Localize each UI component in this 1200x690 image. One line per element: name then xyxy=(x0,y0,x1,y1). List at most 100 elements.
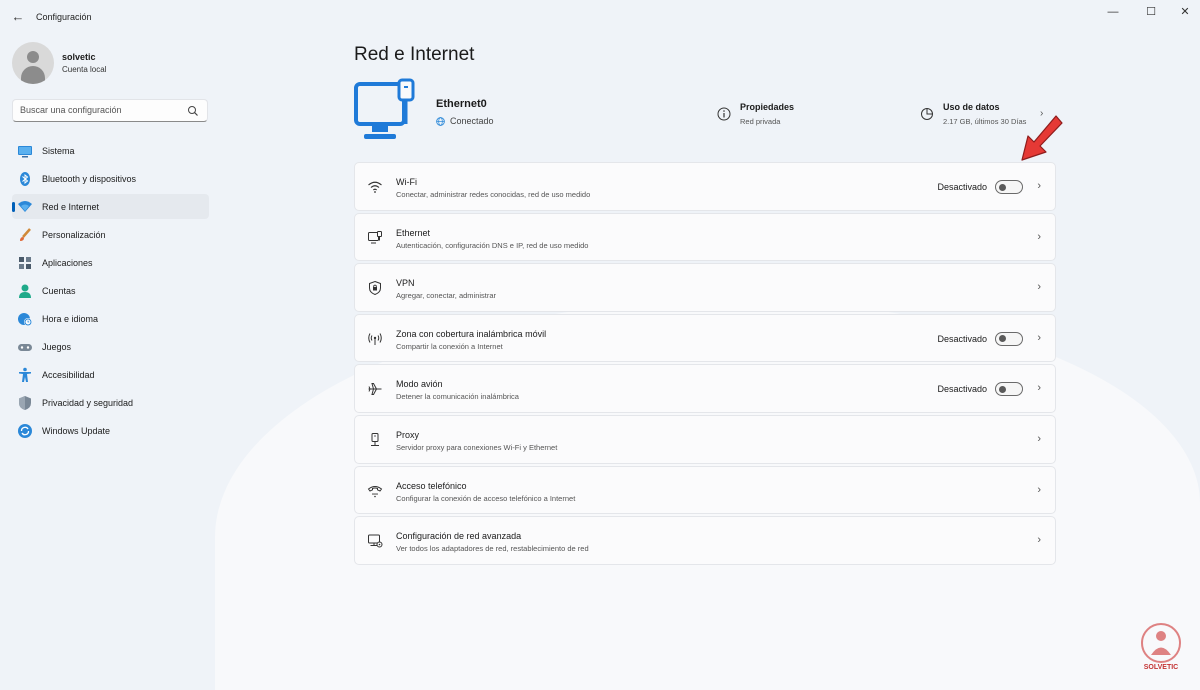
sidebar-item-personalizacion[interactable]: Personalización xyxy=(12,222,209,247)
globe-clock-icon xyxy=(18,313,32,326)
chevron-right-icon: › xyxy=(1037,331,1041,344)
gamepad-icon xyxy=(18,344,32,351)
page-title: Red e Internet xyxy=(354,44,475,65)
sidebar-nav: Sistema Bluetooth y dispositivos Red e I… xyxy=(12,138,209,446)
avatar-body xyxy=(21,66,45,84)
dialup-icon xyxy=(367,485,383,497)
sidebar-item-label: Aplicaciones xyxy=(42,258,93,268)
sidebar-item-label: Juegos xyxy=(42,342,72,352)
shield-icon xyxy=(19,396,31,410)
sidebar-item-label: Accesibilidad xyxy=(42,370,95,380)
sidebar-item-hora-e-idioma[interactable]: Hora e idioma xyxy=(12,306,209,331)
app-title: Configuración xyxy=(36,12,92,22)
sidebar-item-juegos[interactable]: Juegos xyxy=(12,334,209,359)
brush-icon xyxy=(20,228,31,241)
sidebar-item-label: Privacidad y seguridad xyxy=(42,398,134,408)
user-account-type: Cuenta local xyxy=(62,65,107,74)
card-title: Wi-Fi xyxy=(396,177,417,187)
vpn-shield-icon xyxy=(369,281,381,296)
card-ethernet[interactable]: Ethernet Autenticación, configuración DN… xyxy=(354,212,1056,262)
title-bar: ← Configuración — ☐ ✕ xyxy=(0,0,1200,34)
sidebar-item-label: Hora e idioma xyxy=(42,314,99,324)
card-proxy[interactable]: Proxy Servidor proxy para conexiones Wi-… xyxy=(354,414,1056,464)
chevron-right-icon: › xyxy=(1037,230,1041,243)
card-airplane-mode[interactable]: Modo avión Detener la comunicación inalá… xyxy=(354,364,1056,413)
wifi-toggle[interactable] xyxy=(995,180,1023,194)
hotspot-toggle[interactable] xyxy=(995,331,1023,346)
data-usage-subtitle: 2.17 GB, últimos 30 Días xyxy=(943,117,1027,126)
settings-list: Wi-Fi Conectar, administrar redes conoci… xyxy=(354,162,1056,567)
sidebar-item-label: Sistema xyxy=(42,146,75,156)
ethernet-icon xyxy=(368,230,382,244)
ethernet-monitor-icon xyxy=(354,78,415,139)
back-button[interactable]: ← xyxy=(8,8,28,26)
search-box[interactable] xyxy=(12,99,208,122)
chevron-right-icon: › xyxy=(1037,432,1041,445)
apps-icon xyxy=(19,257,31,269)
connection-name: Ethernet0 xyxy=(436,98,487,110)
chevron-right-icon: › xyxy=(1037,281,1041,294)
sidebar-item-sistema[interactable]: Sistema xyxy=(12,138,209,163)
advanced-network-icon xyxy=(368,534,383,548)
sidebar-item-bluetooth[interactable]: Bluetooth y dispositivos xyxy=(12,166,209,191)
sidebar-item-red-e-internet[interactable]: Red e Internet xyxy=(12,194,209,219)
maximize-button[interactable]: ☐ xyxy=(1132,4,1170,20)
card-subtitle: Configurar la conexión de acceso telefón… xyxy=(396,493,576,503)
globe-icon xyxy=(436,116,445,126)
sidebar-item-cuentas[interactable]: Cuentas xyxy=(12,278,209,303)
airplane-mode-toggle[interactable] xyxy=(995,382,1023,397)
connection-status-text: Conectado xyxy=(450,116,494,126)
data-usage-link[interactable]: Uso de datos xyxy=(943,102,1000,112)
card-advanced-network[interactable]: Configuración de red avanzada Ver todos … xyxy=(354,516,1056,565)
chevron-right-icon: › xyxy=(1037,483,1041,496)
sidebar-item-label: Cuentas xyxy=(42,286,76,296)
pie-chart-icon[interactable] xyxy=(920,107,934,121)
card-title: Zona con cobertura inalámbrica móvil xyxy=(396,328,547,339)
card-subtitle: Detener la comunicación inalámbrica xyxy=(396,392,519,402)
card-hotspot[interactable]: Zona con cobertura inalámbrica móvil Com… xyxy=(354,313,1056,363)
sidebar-item-windows-update[interactable]: Windows Update xyxy=(12,418,209,443)
chevron-right-icon: › xyxy=(1037,534,1041,547)
avatar-head xyxy=(27,51,39,63)
sidebar-item-label: Bluetooth y dispositivos xyxy=(42,174,137,184)
minimize-button[interactable]: — xyxy=(1094,4,1132,20)
search-icon[interactable] xyxy=(187,105,199,117)
sidebar-item-label: Red e Internet xyxy=(42,202,100,212)
connection-status: Conectado xyxy=(436,116,494,126)
accessibility-icon xyxy=(19,367,31,382)
airplane-icon xyxy=(368,383,382,396)
chevron-right-icon: › xyxy=(1037,180,1041,192)
properties-link[interactable]: Propiedades xyxy=(740,102,794,112)
card-wifi[interactable]: Wi-Fi Conectar, administrar redes conoci… xyxy=(354,162,1056,211)
user-name: solvetic xyxy=(62,52,96,62)
card-title: VPN xyxy=(396,278,415,289)
chevron-right-icon: › xyxy=(1037,382,1041,395)
red-arrow-annotation xyxy=(1021,115,1063,161)
card-title: Acceso telefónico xyxy=(396,480,467,491)
avatar[interactable] xyxy=(12,42,54,84)
card-dialup[interactable]: Acceso telefónico Configurar la conexión… xyxy=(354,465,1056,515)
search-input[interactable] xyxy=(20,105,180,115)
account-icon xyxy=(19,284,31,298)
close-button[interactable]: ✕ xyxy=(1166,4,1200,20)
card-title: Ethernet xyxy=(396,227,431,238)
sidebar-item-label: Personalización xyxy=(42,230,106,240)
card-subtitle: Conectar, administrar redes conocidas, r… xyxy=(396,190,591,199)
network-icon xyxy=(18,201,32,212)
properties-subtitle: Red privada xyxy=(740,117,781,126)
toggle-state-label: Desactivado xyxy=(937,384,987,395)
card-vpn[interactable]: VPN Agregar, conectar, administrar › xyxy=(354,263,1056,312)
card-subtitle: Agregar, conectar, administrar xyxy=(396,291,497,301)
sidebar-item-aplicaciones[interactable]: Aplicaciones xyxy=(12,250,209,275)
system-icon xyxy=(18,146,32,158)
card-title: Modo avión xyxy=(396,379,443,390)
sidebar-item-privacidad[interactable]: Privacidad y seguridad xyxy=(12,390,209,415)
bluetooth-icon xyxy=(20,172,30,186)
card-subtitle: Servidor proxy para conexiones Wi-Fi y E… xyxy=(396,442,558,452)
info-icon[interactable] xyxy=(717,107,731,121)
sidebar-item-accesibilidad[interactable]: Accesibilidad xyxy=(12,362,209,387)
card-subtitle: Autenticación, configuración DNS e IP, r… xyxy=(396,240,589,250)
watermark-person-icon xyxy=(1141,623,1181,663)
sidebar-item-label: Windows Update xyxy=(42,426,111,436)
watermark-text: SOLVETIC xyxy=(1143,664,1179,671)
